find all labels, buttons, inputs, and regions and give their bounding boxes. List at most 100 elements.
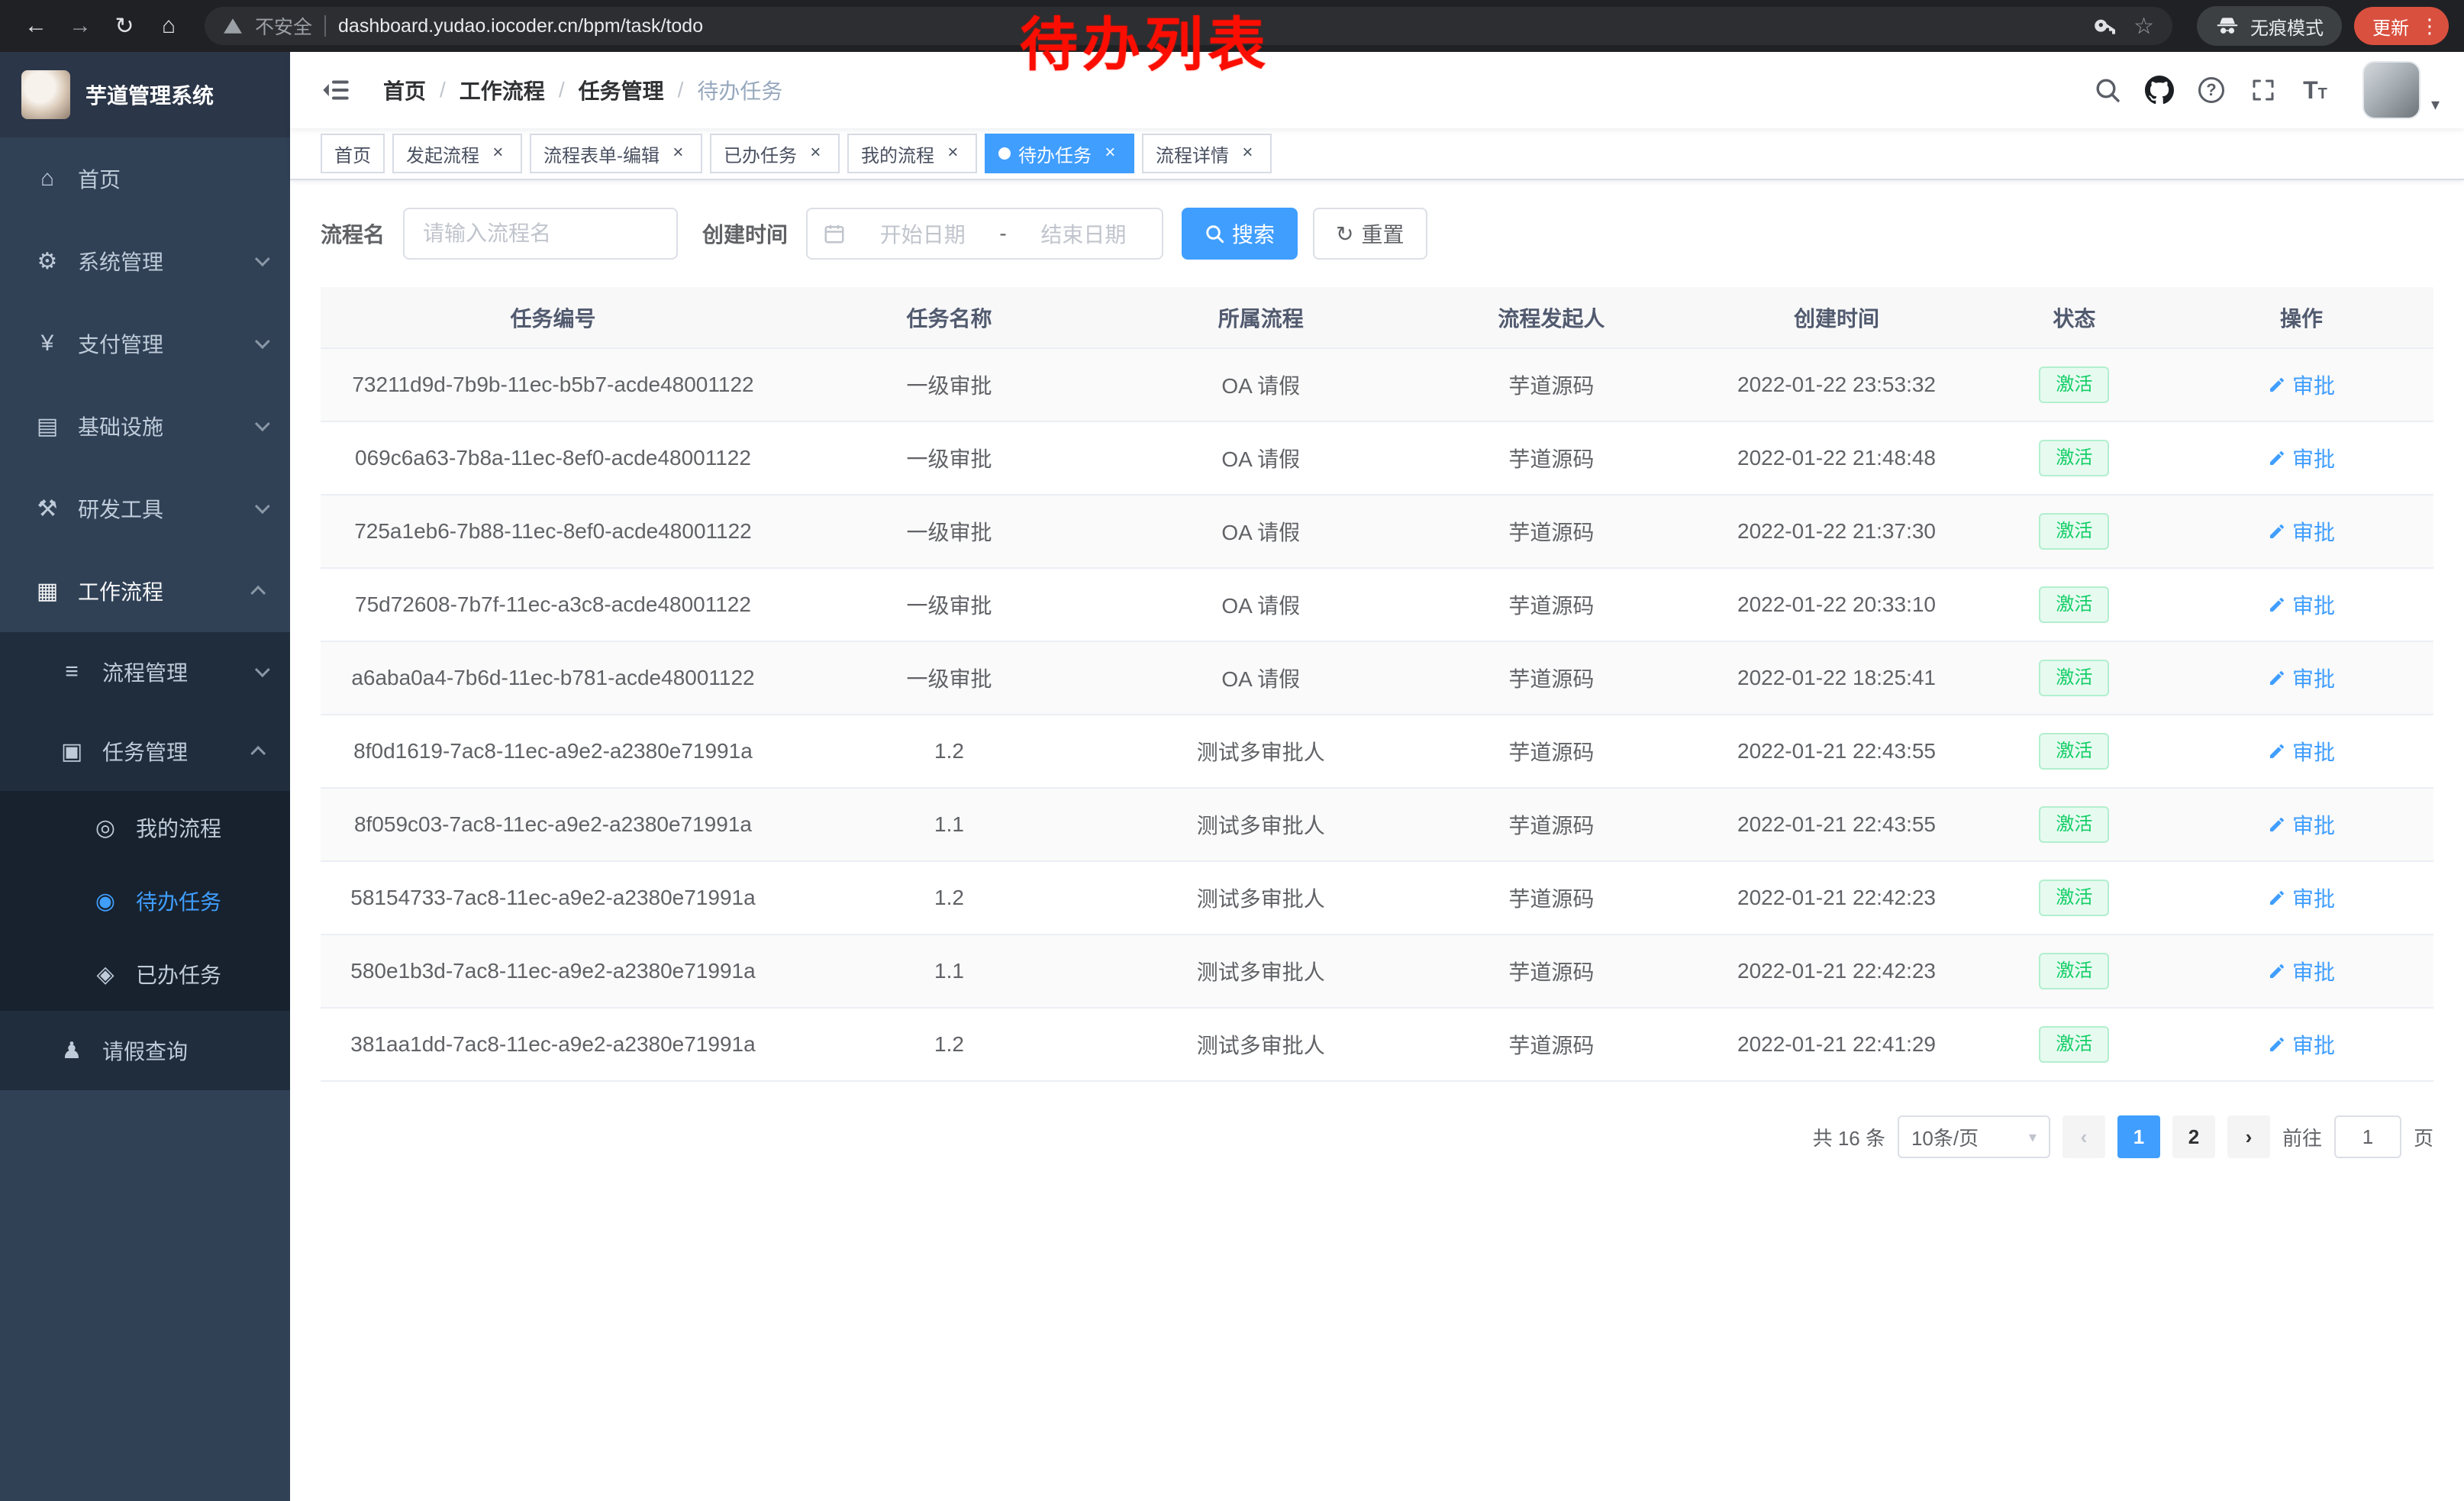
edit-pencil-icon [2268,962,2286,980]
approve-link[interactable]: 审批 [2268,809,2335,840]
close-icon[interactable]: × [1099,143,1121,164]
help-button[interactable]: ? [2188,67,2234,113]
sidebar-item-task-mgmt[interactable]: ▣ 任务管理 [0,712,290,791]
page-button-1[interactable]: 1 [2117,1115,2160,1158]
action-cell: 审批 [2169,934,2433,1008]
status-badge: 激活 [2039,953,2109,989]
font-size-button[interactable]: TT [2292,67,2338,113]
close-icon[interactable]: × [1237,143,1258,164]
github-icon [2145,76,2174,105]
breadcrumb-item[interactable]: 任务管理 [579,75,664,105]
sidebar-item-workflow[interactable]: ▦ 工作流程 [0,550,290,632]
sidebar-item-infrastructure[interactable]: ▤ 基础设施 [0,385,290,467]
question-icon: ? [2198,77,2224,103]
tab[interactable]: 已办任务 × [710,134,840,173]
sidebar-toggle-button[interactable] [313,67,359,113]
goto-label: 前往 [2282,1123,2322,1151]
approve-link[interactable]: 审批 [2268,443,2335,473]
approve-link-label: 审批 [2292,809,2335,840]
date-range-picker[interactable]: 开始日期 - 结束日期 [806,208,1163,260]
reset-button[interactable]: ↻ 重置 [1313,208,1427,260]
approve-link[interactable]: 审批 [2268,370,2335,400]
incognito-badge[interactable]: 无痕模式 [2197,6,2342,46]
close-icon[interactable]: × [805,143,826,164]
close-icon[interactable]: × [667,143,689,164]
sidebar-item-leave-query[interactable]: ♟ 请假查询 [0,1011,290,1090]
next-page-button[interactable]: › [2227,1115,2270,1158]
browser-back-icon[interactable]: ← [15,5,56,47]
column-header-task-name: 任务名称 [785,287,1113,348]
sidebar-item-payment[interactable]: ¥ 支付管理 [0,302,290,385]
approve-link-label: 审批 [2292,956,2335,986]
tab[interactable]: 待办任务 × [985,134,1134,173]
breadcrumb-item[interactable]: 工作流程 [460,75,545,105]
avatar[interactable] [2362,61,2420,119]
tab[interactable]: 流程详情 × [1142,134,1272,173]
column-header-status: 状态 [1979,287,2169,348]
status-cell: 激活 [1979,568,2169,641]
browser-update-button[interactable]: 更新 ⋮ [2354,7,2449,45]
task-name-cell: 1.1 [785,788,1113,861]
browser-forward-icon[interactable]: → [60,5,101,47]
approve-link[interactable]: 审批 [2268,516,2335,547]
process-name-input[interactable] [403,208,678,260]
sidebar-item-todo-task[interactable]: ◉ 待办任务 [0,864,290,938]
task-id-cell: 73211d9d-7b9b-11ec-b5b7-acde48001122 [321,348,785,421]
tab[interactable]: 发起流程 × [392,134,522,173]
breadcrumb-item[interactable]: 首页 [383,75,426,105]
tab[interactable]: 首页 [321,134,385,173]
browser-menu-dots-icon[interactable]: ⋮ [2420,15,2440,38]
sidebar-item-label: 请假查询 [102,1035,188,1066]
logo-image [21,70,70,119]
status-badge: 激活 [2039,880,2109,915]
tab[interactable]: 我的流程 × [847,134,977,173]
password-key-icon[interactable] [2094,14,2118,38]
sidebar-item-system[interactable]: ⚙ 系统管理 [0,220,290,302]
app-logo[interactable]: 芋道管理系统 [0,52,290,137]
github-link[interactable] [2137,67,2182,113]
fullscreen-icon [2250,76,2277,104]
approve-link[interactable]: 审批 [2268,736,2335,767]
edit-pencil-icon [2268,376,2286,394]
status-badge: 激活 [2039,660,2109,696]
start-date-placeholder[interactable]: 开始日期 [859,218,985,249]
task-id-cell: 8f059c03-7ac8-11ec-a9e2-a2380e71991a [321,788,785,861]
approve-link-label: 审批 [2292,883,2335,913]
sidebar-item-done-task[interactable]: ◈ 已办任务 [0,938,290,1011]
edit-pencil-icon [2268,669,2286,687]
close-icon[interactable]: × [487,143,508,164]
approve-link[interactable]: 审批 [2268,1029,2335,1060]
page-size-select[interactable]: 10条/页 ▾ [1898,1115,2050,1158]
browser-home-icon[interactable]: ⌂ [148,5,189,47]
close-icon[interactable]: × [942,143,963,164]
task-id-cell: a6aba0a4-7b6d-11ec-b781-acde48001122 [321,641,785,715]
sidebar-item-devtools[interactable]: ⚒ 研发工具 [0,467,290,550]
sidebar-item-home[interactable]: ⌂ 首页 [0,137,290,220]
sidebar-item-process-mgmt[interactable]: ≡ 流程管理 [0,632,290,712]
approve-link-label: 审批 [2292,370,2335,400]
bookmark-star-icon[interactable]: ☆ [2133,13,2154,40]
tab-label: 流程表单-编辑 [543,140,660,167]
goto-page-input[interactable] [2334,1115,2401,1158]
task-id-cell: 580e1b3d-7ac8-11ec-a9e2-a2380e71991a [321,934,785,1008]
end-date-placeholder[interactable]: 结束日期 [1021,218,1147,249]
user-menu[interactable]: ▾ [2362,61,2440,119]
approve-link[interactable]: 审批 [2268,663,2335,693]
created-time-cell: 2022-01-22 21:37:30 [1694,495,1979,568]
incognito-label: 无痕模式 [2250,13,2324,40]
browser-refresh-icon[interactable]: ↻ [104,5,145,47]
search-button[interactable]: 搜索 [1182,208,1298,260]
sidebar-item-my-process[interactable]: ◎ 我的流程 [0,791,290,864]
task-name-cell: 1.2 [785,861,1113,934]
approve-link[interactable]: 审批 [2268,956,2335,986]
security-label[interactable]: 不安全 [255,12,312,40]
prev-page-button[interactable]: ‹ [2062,1115,2105,1158]
address-bar[interactable]: 不安全 dashboard.yudao.iocoder.cn/bpm/task/… [205,7,2172,45]
fullscreen-button[interactable] [2240,67,2286,113]
tab[interactable]: 流程表单-编辑 × [530,134,702,173]
header-search-button[interactable] [2085,67,2130,113]
approve-link[interactable]: 审批 [2268,883,2335,913]
page-button-2[interactable]: 2 [2172,1115,2215,1158]
approve-link[interactable]: 审批 [2268,589,2335,620]
created-time-cell: 2022-01-21 22:43:55 [1694,788,1979,861]
